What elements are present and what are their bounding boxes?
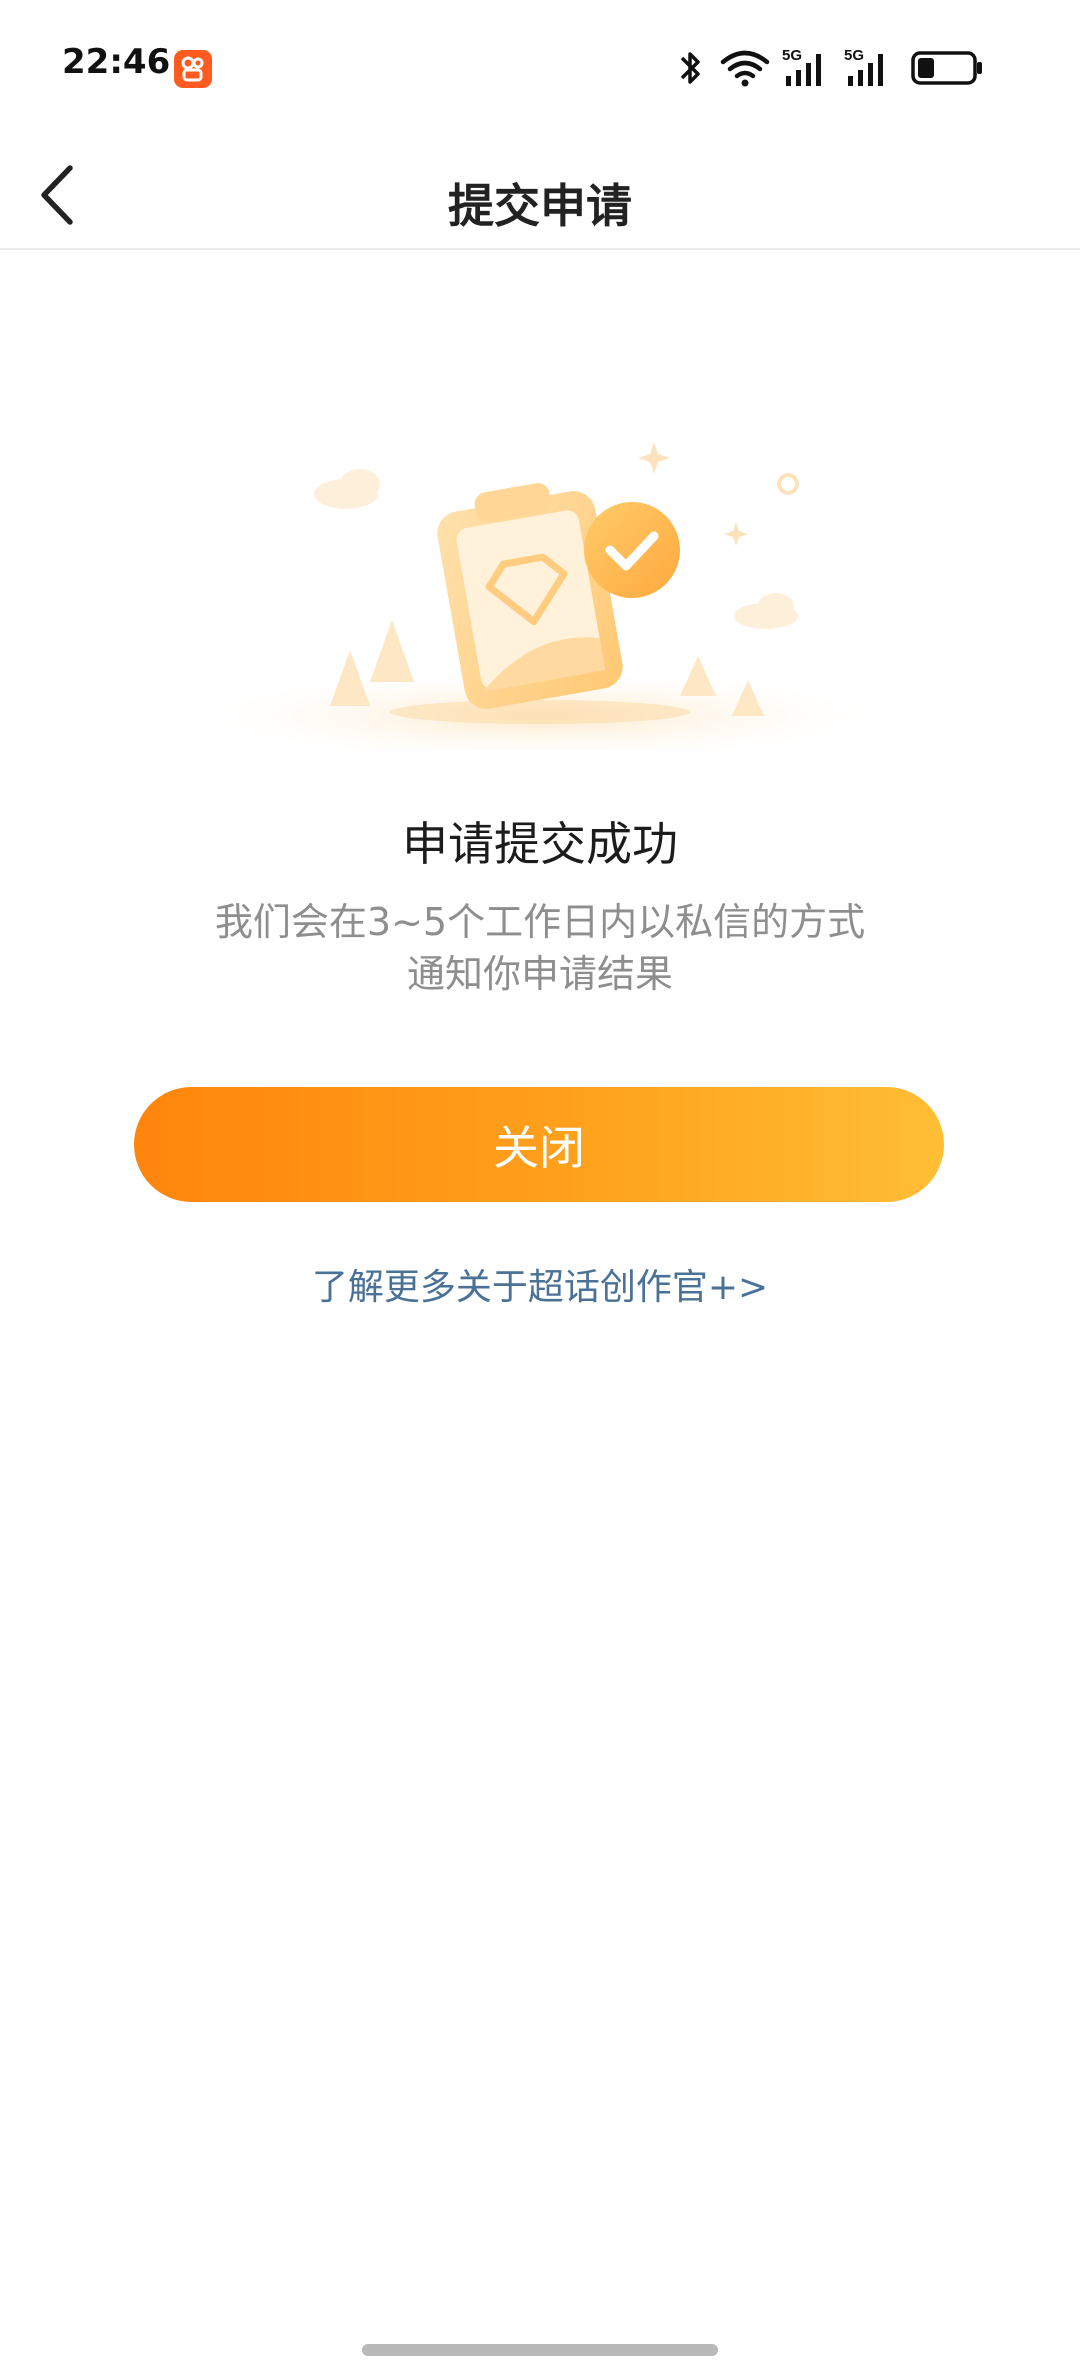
status-time: 22:46 bbox=[62, 42, 171, 82]
success-description: 我们会在3~5个工作日内以私信的方式 通知你申请结果 bbox=[150, 896, 930, 1000]
screen: 22:46 5G 5G 提交申请 申请提交成功 我们会在3~5个工作日内以私信的… bbox=[0, 0, 1080, 2377]
header: 提交申请 bbox=[0, 140, 1080, 250]
success-description-line: 我们会在3~5个工作日内以私信的方式 bbox=[214, 900, 866, 944]
success-title: 申请提交成功 bbox=[402, 817, 678, 871]
5g-signal-icon: 5G bbox=[782, 47, 821, 86]
learn-more-link[interactable]: 了解更多关于超话创作官+> bbox=[0, 1258, 1080, 1310]
svg-text:5G: 5G bbox=[844, 47, 864, 64]
battery-icon bbox=[911, 51, 982, 85]
status-bar: 22:46 5G 5G bbox=[0, 0, 1080, 140]
status-icons: 5G 5G bbox=[678, 46, 1008, 90]
home-indicator[interactable] bbox=[362, 2344, 718, 2356]
success-description-line: 通知你申请结果 bbox=[406, 952, 673, 996]
app-notification-icon bbox=[174, 50, 212, 88]
wifi-icon bbox=[720, 50, 770, 87]
svg-text:5G: 5G bbox=[782, 47, 802, 64]
close-button[interactable]: 关闭 bbox=[134, 1087, 944, 1202]
success-illustration bbox=[210, 430, 870, 760]
page-title: 提交申请 bbox=[448, 179, 632, 233]
bluetooth-icon bbox=[680, 52, 700, 84]
5g-signal-icon: 5G bbox=[844, 47, 883, 86]
